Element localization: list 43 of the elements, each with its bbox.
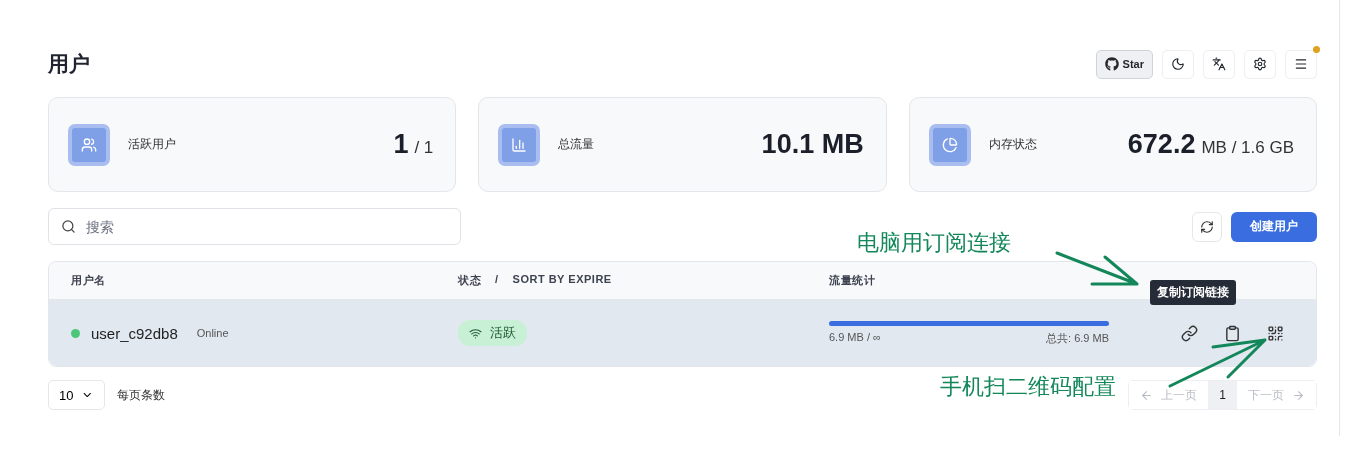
stat-unit: / 1	[414, 138, 434, 158]
link-icon[interactable]	[1181, 324, 1198, 342]
moon-button[interactable]	[1162, 49, 1194, 79]
bar-chart-icon	[498, 123, 541, 166]
create-user-button[interactable]: 创建用户	[1231, 211, 1317, 242]
annotation-text: 手机扫二维码配置	[940, 373, 1116, 401]
stat-unit: MB / 1.6 GB	[1201, 138, 1294, 158]
stat-value: 672.2	[1127, 129, 1196, 160]
page-size-select[interactable]: 10	[48, 380, 105, 410]
total-text: 总共: 6.9 MB	[1046, 330, 1109, 346]
clipboard-icon[interactable]	[1224, 324, 1241, 342]
stat-value: 10.1 MB	[761, 129, 864, 160]
settings-icon	[1253, 57, 1267, 71]
github-logo-icon	[1104, 57, 1119, 71]
refresh-button[interactable]	[1192, 211, 1222, 242]
translate-button[interactable]	[1203, 49, 1235, 79]
usage-text: 6.9 MB / ∞	[829, 330, 881, 345]
annotation-text: 电脑用订阅连接	[857, 229, 1011, 257]
arrow-left-icon	[1140, 388, 1153, 402]
page-number[interactable]: 1	[1208, 381, 1237, 409]
translate-icon	[1212, 57, 1226, 71]
arrow-right-icon	[1292, 388, 1305, 402]
status-badge: 活跃	[458, 320, 527, 346]
presence-text: Online	[196, 327, 229, 339]
page-size-label: 每页条数	[117, 386, 165, 404]
stat-label: 总流量	[558, 136, 596, 153]
star-button[interactable]: Star	[1095, 49, 1153, 79]
users-icon	[68, 123, 110, 166]
qr-code-icon[interactable]	[1267, 324, 1284, 342]
stat-label: 活跃用户	[128, 136, 177, 153]
refresh-icon	[1200, 219, 1214, 234]
settings-button[interactable]	[1244, 49, 1276, 79]
search-field[interactable]: 搜索	[48, 208, 461, 245]
menu-button[interactable]	[1285, 49, 1317, 79]
stat-value: 1	[393, 129, 409, 160]
stat-label: 内存状态	[988, 136, 1038, 153]
page-title: 用户	[48, 51, 90, 77]
search-icon	[61, 219, 76, 234]
username: user_c92db8	[91, 324, 178, 342]
tooltip: 复制订阅链接	[1150, 279, 1236, 305]
pie-chart-icon	[928, 123, 971, 166]
moon-icon	[1171, 57, 1185, 71]
menu-icon	[1294, 57, 1308, 71]
